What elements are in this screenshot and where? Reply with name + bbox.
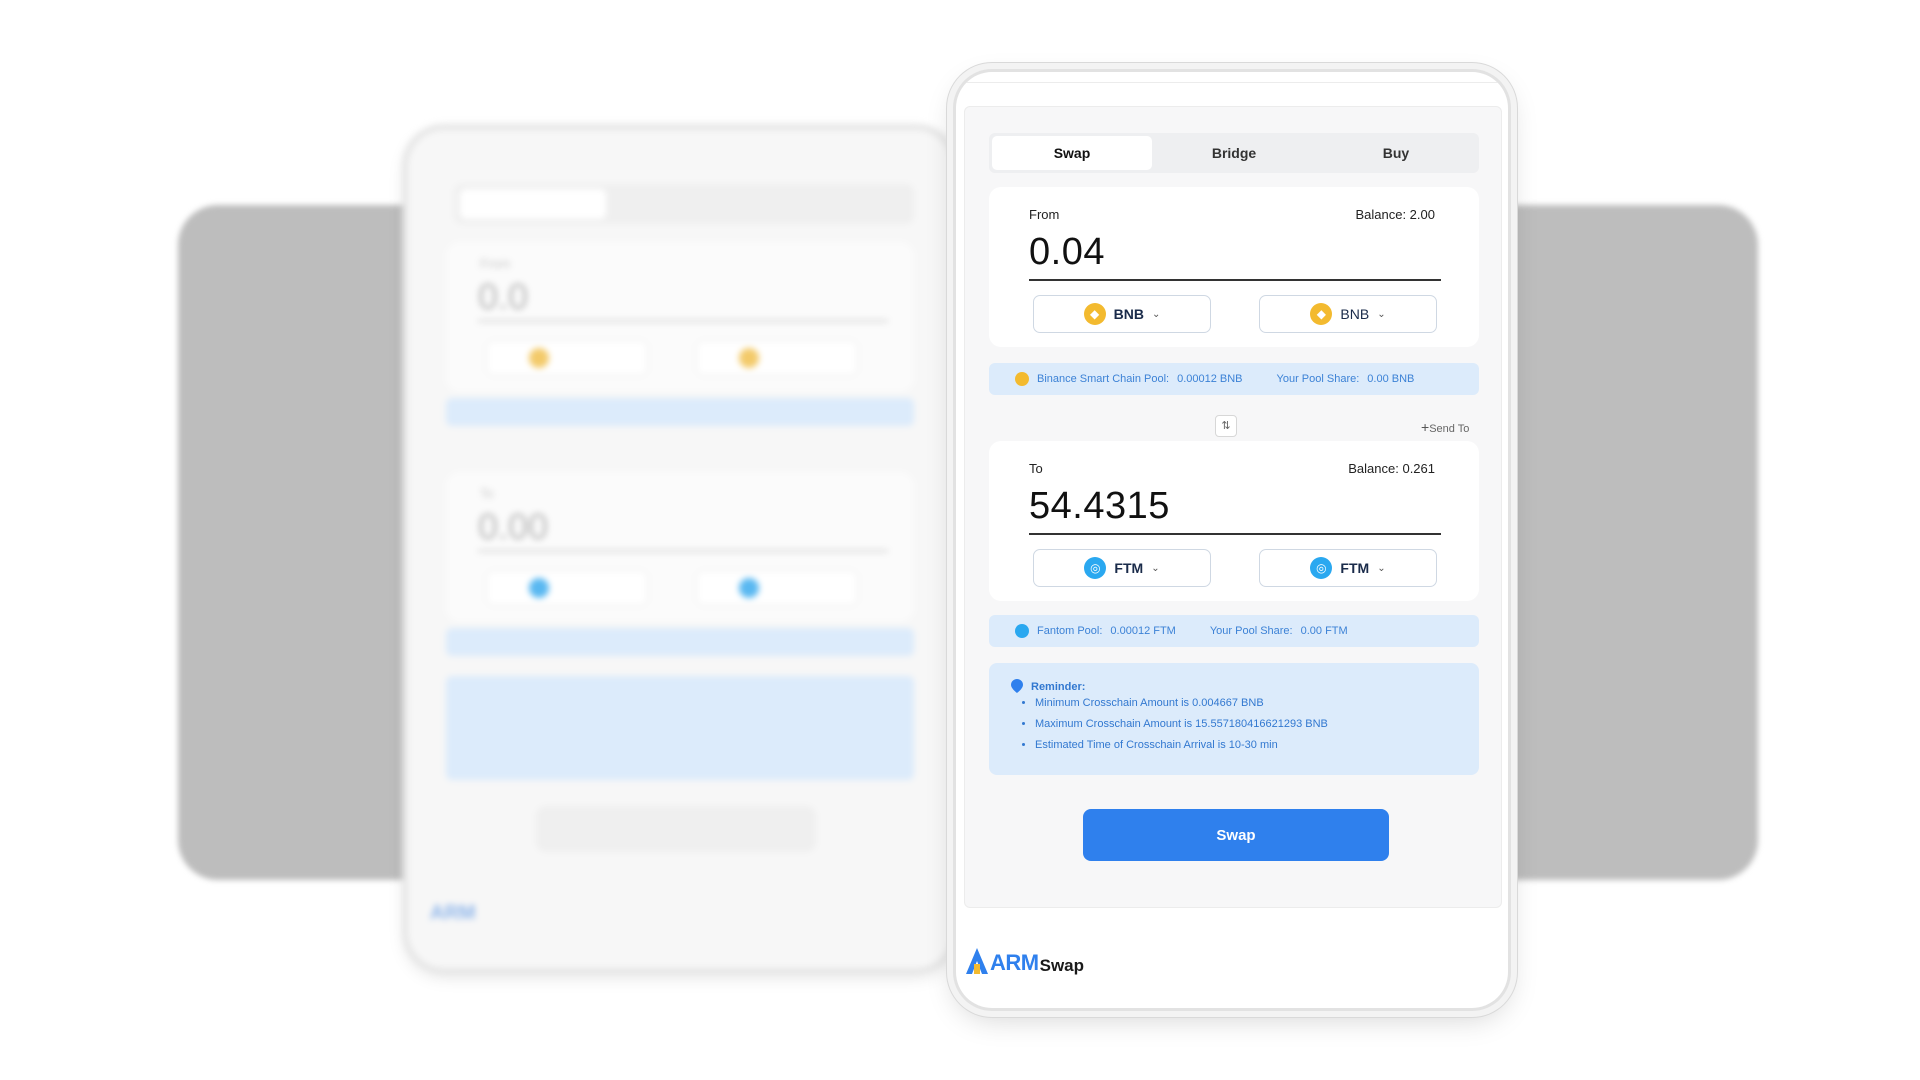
from-pool-value: 0.00012 BNB [1177,373,1243,385]
chevron-down-icon: ⌄ [1377,562,1386,574]
to-pool-value: 0.00012 FTM [1110,625,1176,637]
reminder-item: Estimated Time of Crosschain Arrival is … [1035,739,1328,752]
ghost-tabs [454,184,914,224]
ghost-swap-button [536,806,816,852]
to-pool-info: Fantom Pool: 0.00012 FTM Your Pool Share… [989,615,1479,647]
ghost-to-label: To [480,486,494,501]
tab-swap[interactable]: Swap [992,136,1152,170]
send-to-label: Send To [1429,423,1470,435]
armswap-logo: ARM Swap [964,936,1084,976]
tab-buy[interactable]: Buy [1316,136,1476,170]
tab-bar: Swap Bridge Buy [989,133,1479,173]
device-frame: Swap Bridge Buy From Balance: 2.00 ◆ BNB… [956,72,1508,1008]
chevron-down-icon: ⌄ [1151,308,1161,320]
logo-swap-text: Swap [1039,956,1085,975]
ghost-from-amount: 0.0 [478,276,529,317]
from-amount-underline [1029,279,1441,281]
ghost-from-card: From 0.0 [446,242,914,392]
swap-direction-icon[interactable]: ⇅ [1215,415,1237,437]
ghost-tab [460,189,606,219]
to-label: To [1029,461,1043,476]
bnb-coin-icon [1015,372,1029,386]
ghost-pool-bar [446,628,914,656]
from-token-select[interactable]: ◆ BNB ⌄ [1033,295,1211,333]
reminder-item: Minimum Crosschain Amount is 0.004667 BN… [1035,697,1328,710]
reminder-title: Reminder: [1031,681,1086,693]
logo-arm-text: ARM [990,950,1039,975]
from-pool-info: Binance Smart Chain Pool: 0.00012 BNB Yo… [989,363,1479,395]
to-token-label: FTM [1114,560,1144,576]
plus-icon: + [1421,419,1430,435]
from-balance: Balance: 2.00 [1355,207,1435,222]
reminder-list: Minimum Crosschain Amount is 0.004667 BN… [1017,697,1328,760]
to-chain-label: FTM [1340,560,1370,576]
chevron-down-icon: ⌄ [1151,562,1160,574]
background-device-mockup: From 0.0 To 0.00 ARM [408,130,952,968]
from-share-label: Your Pool Share: [1276,373,1360,385]
ghost-underline [478,550,888,552]
to-pool-label: Fantom Pool: [1037,625,1103,637]
location-pin-icon [1011,679,1023,693]
send-to-button[interactable]: +Send To [1421,419,1469,435]
ghost-from-label: From [480,256,511,271]
ghost-to-card: To 0.00 [446,472,914,622]
ftm-coin-icon [1015,624,1029,638]
to-balance: Balance: 0.261 [1348,461,1435,476]
to-amount-input[interactable] [1029,485,1439,528]
from-chain-select[interactable]: ◆ BNB ⌄ [1259,295,1437,333]
ghost-logo: ARM [430,902,476,924]
ghost-token-pill [696,570,858,606]
from-token-label: BNB [1113,306,1144,322]
swap-button[interactable]: Swap [1083,809,1389,861]
bnb-coin-icon: ◆ [1310,303,1333,325]
device-top-bar [956,72,1508,83]
to-token-select[interactable]: ◎ FTM ⌄ [1033,549,1211,587]
reminder-box: Reminder: Minimum Crosschain Amount is 0… [989,663,1479,775]
from-pool-label: Binance Smart Chain Pool: [1037,373,1170,385]
chevron-down-icon: ⌄ [1377,308,1386,320]
swap-panel: Swap Bridge Buy From Balance: 2.00 ◆ BNB… [964,106,1502,908]
ghost-to-amount: 0.00 [478,506,549,547]
to-amount-underline [1029,533,1441,535]
reminder-item: Maximum Crosschain Amount is 15.55718041… [1035,718,1328,731]
to-share-value: 0.00 FTM [1300,625,1348,637]
to-card: To Balance: 0.261 ◎ FTM ⌄ ◎ FTM ⌄ [989,441,1479,601]
from-label: From [1029,207,1060,222]
ghost-token-pill [486,570,648,606]
from-chain-label: BNB [1340,306,1370,322]
to-share-label: Your Pool Share: [1209,625,1293,637]
arm-rocket-icon [966,948,988,974]
ghost-reminder [446,676,914,780]
from-amount-input[interactable] [1029,231,1439,274]
ftm-coin-icon: ◎ [1310,557,1333,579]
ftm-coin-icon: ◎ [1084,557,1107,579]
to-chain-select[interactable]: ◎ FTM ⌄ [1259,549,1437,587]
bnb-coin-icon: ◆ [1083,303,1106,325]
ghost-underline [478,320,888,322]
ghost-token-pill [486,340,648,376]
ghost-pool-bar [446,398,914,426]
ghost-token-pill [696,340,858,376]
from-card: From Balance: 2.00 ◆ BNB ⌄ ◆ BNB ⌄ [989,187,1479,347]
tab-bridge[interactable]: Bridge [1154,136,1314,170]
from-share-value: 0.00 BNB [1367,373,1415,385]
